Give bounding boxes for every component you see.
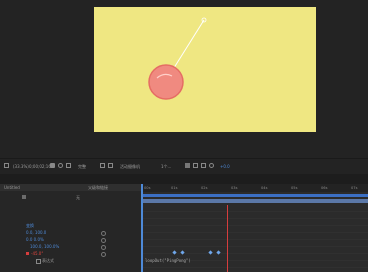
ruler-tick: 07s	[351, 186, 358, 190]
ruler-tick: 05s	[291, 186, 298, 190]
parent-select[interactable]: 无	[76, 194, 80, 201]
show-channel-icon[interactable]	[209, 163, 214, 168]
ruler-tick: 03s	[231, 186, 238, 190]
property-row[interactable]: 0.0 0.0%	[0, 236, 141, 243]
composition-viewer[interactable]	[0, 0, 368, 158]
property-row[interactable]: 表达式	[0, 257, 141, 264]
playhead-marker[interactable]	[227, 205, 228, 272]
current-time-indicator[interactable]	[141, 184, 143, 272]
layer-duration-bar[interactable]	[141, 199, 368, 203]
expression-enable-icon[interactable]	[36, 259, 41, 264]
ruler-tick: 02s	[201, 186, 208, 190]
expression-label: 表达式	[42, 258, 54, 263]
grid-icon[interactable]	[66, 163, 71, 168]
property-row[interactable]: -45.0°	[0, 250, 141, 257]
property-row[interactable]: 0.0, 100.0	[0, 229, 141, 236]
transparency-grid-icon[interactable]	[108, 163, 113, 168]
region-toggle-icon[interactable]	[4, 163, 9, 168]
time-ruler[interactable]: 00s 01s 02s 03s 04s 05s 06s 07s	[141, 184, 368, 192]
position-value[interactable]: 0.0 0.0%	[26, 236, 44, 243]
property-row[interactable]: 变换	[0, 222, 141, 229]
comp-tab-label[interactable]: Untitled	[4, 184, 20, 191]
current-time[interactable]: 0;00;02;16	[29, 162, 51, 171]
pendulum-ball[interactable]	[148, 64, 184, 100]
panel-divider	[0, 174, 368, 184]
timeline-header: Untitled 父级和链接	[0, 184, 141, 191]
scale-value[interactable]: 100.0, 100.0%	[30, 243, 59, 250]
pendulum-string	[171, 19, 205, 72]
quality-dropdown[interactable]: 完整	[78, 162, 86, 171]
layer-row[interactable]: 无	[0, 194, 141, 201]
stopwatch-icon[interactable]	[26, 252, 29, 255]
exposure-value[interactable]: +0.0	[220, 162, 230, 171]
reset-exposure-icon[interactable]	[193, 163, 198, 168]
layer-color-icon	[22, 195, 26, 199]
ruler-tick: 06s	[321, 186, 328, 190]
ruler-tick: 01s	[171, 186, 178, 190]
timeline-tracks[interactable]: 00s 01s 02s 03s 04s 05s 06s 07s loopOut(…	[141, 184, 368, 272]
pendulum-scene	[148, 17, 207, 100]
viewer-toolbar: (33.3%) 0;00;02;16 完整 活动摄像机 1个... +0.0	[0, 158, 368, 175]
ruler-tick: 04s	[261, 186, 268, 190]
views-dropdown[interactable]: 1个...	[161, 162, 171, 171]
ruler-tick: 00s	[144, 186, 151, 190]
expression-text[interactable]: loopOut("PingPong")	[145, 257, 191, 264]
layer-list: Untitled 父级和链接 无 变换 0.0, 100.0 0.0 0.0% …	[0, 184, 141, 272]
property-row[interactable]: 100.0, 100.0%	[0, 243, 141, 250]
zoom-label[interactable]: (33.3%)	[13, 162, 29, 171]
camera-dropdown[interactable]: 活动摄像机	[120, 162, 140, 171]
transform-group-label: 变换	[26, 223, 34, 228]
composition-canvas[interactable]	[94, 7, 316, 132]
roi-icon[interactable]	[100, 163, 105, 168]
rotation-value[interactable]: -45.0°	[31, 250, 43, 257]
anchor-value[interactable]: 0.0, 100.0	[26, 229, 46, 236]
snapshot-icon[interactable]	[201, 163, 206, 168]
toggle-icon[interactable]	[185, 163, 190, 168]
color-icon[interactable]	[58, 163, 63, 168]
work-area-bar[interactable]	[141, 194, 368, 197]
camera-icon[interactable]	[50, 163, 55, 168]
parent-column-header: 父级和链接	[88, 185, 108, 190]
